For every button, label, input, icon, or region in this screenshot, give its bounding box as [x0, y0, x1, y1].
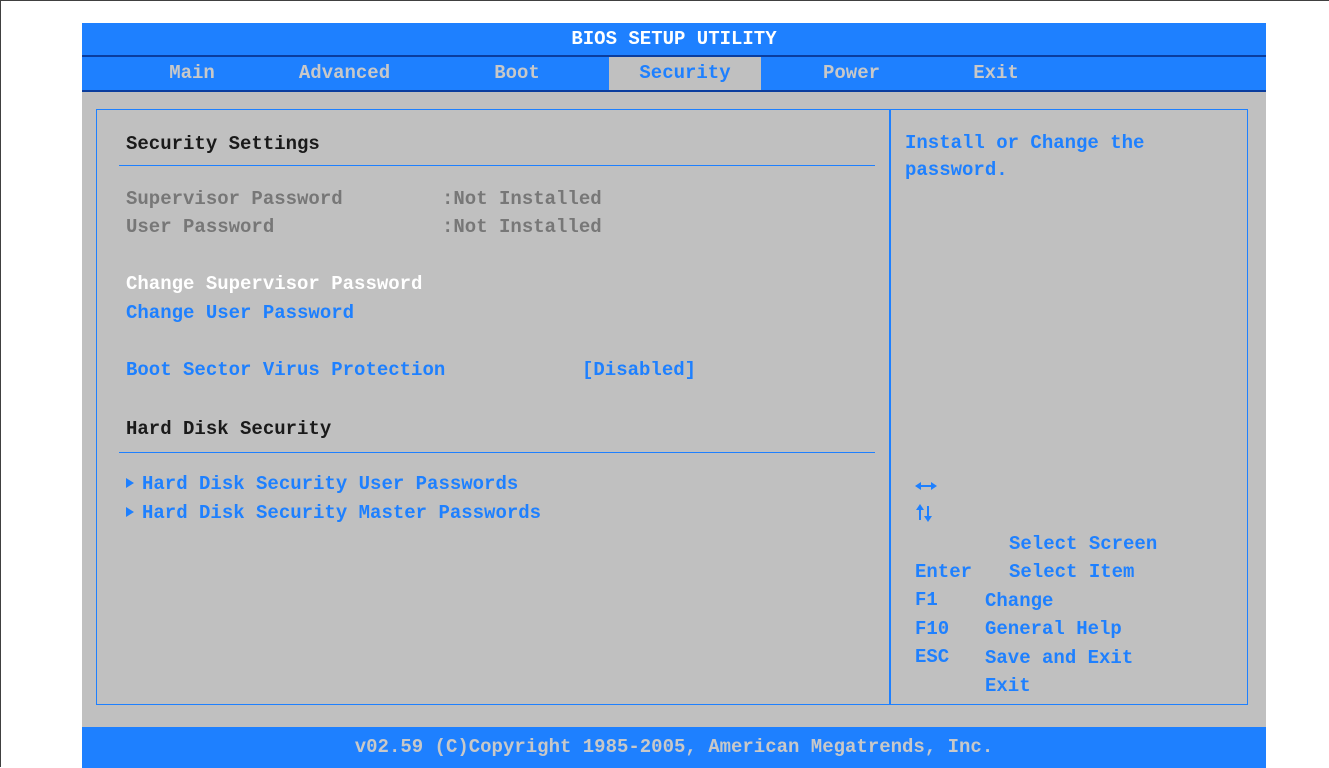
key-hint-exit: ESC Exit — [915, 614, 1031, 697]
key-hint-change: Enter Change — [915, 529, 1053, 612]
key-hint-save-and-exit: F10 Save and Exit — [915, 586, 1133, 669]
menu-bar: Main Advanced Boot Security Power Exit — [82, 55, 1266, 92]
settings-panel: Security Settings Supervisor Password :N… — [96, 109, 890, 705]
key-hint-select-item: Select Item — [915, 500, 1134, 583]
help-text-line-1: Install or Change the — [905, 132, 1145, 154]
window-title: BIOS SETUP UTILITY — [82, 23, 1266, 55]
up-down-arrow-icon — [916, 504, 932, 522]
supervisor-password-status: :Not Installed — [442, 188, 602, 210]
key-hint-description: Select Item — [1009, 561, 1135, 583]
boot-sector-virus-protection-label[interactable]: Boot Sector Virus Protection — [126, 357, 445, 383]
key-name: ESC — [915, 646, 950, 668]
user-password-status: :Not Installed — [442, 216, 602, 238]
divider — [119, 452, 875, 453]
key-hint-general-help: F1 General Help — [915, 557, 1122, 640]
boot-sector-virus-protection-value[interactable]: [Disabled] — [582, 357, 696, 383]
hdd-user-passwords-item[interactable]: Hard Disk Security User Passwords — [142, 471, 518, 497]
hdd-master-passwords-item[interactable]: Hard Disk Security Master Passwords — [142, 500, 541, 526]
copyright-footer: v02.59 (C)Copyright 1985-2005, American … — [82, 727, 1266, 768]
key-hint-select-screen: Select Screen — [915, 472, 1157, 555]
key-hint-description: Select Screen — [1009, 533, 1158, 555]
submenu-arrow-icon — [126, 478, 134, 488]
tab-power[interactable]: Power — [800, 57, 903, 90]
tab-main[interactable]: Main — [146, 57, 238, 90]
change-user-password-item[interactable]: Change User Password — [126, 300, 354, 326]
help-panel: Install or Change the password. Select S… — [890, 109, 1248, 705]
tab-advanced[interactable]: Advanced — [277, 57, 412, 90]
submenu-arrow-icon — [126, 507, 134, 517]
tab-boot[interactable]: Boot — [477, 57, 557, 90]
help-text-line-2: password. — [905, 159, 1008, 181]
section-heading-hard-disk-security: Hard Disk Security — [126, 418, 332, 440]
divider — [119, 165, 875, 166]
left-right-arrow-icon — [915, 482, 937, 490]
change-supervisor-password-item[interactable]: Change Supervisor Password — [126, 271, 422, 297]
section-heading-security-settings: Security Settings — [126, 133, 320, 155]
key-hint-description: Exit — [985, 675, 1031, 697]
user-password-label: User Password — [126, 216, 275, 238]
display-frame: BIOS SETUP UTILITY Main Advanced Boot Se… — [0, 0, 1329, 768]
tab-security[interactable]: Security — [609, 57, 761, 90]
bios-screen: BIOS SETUP UTILITY Main Advanced Boot Se… — [82, 23, 1266, 768]
tab-exit[interactable]: Exit — [960, 57, 1032, 90]
supervisor-password-label: Supervisor Password — [126, 188, 343, 210]
key-hint-description: Save and Exit — [985, 647, 1134, 669]
